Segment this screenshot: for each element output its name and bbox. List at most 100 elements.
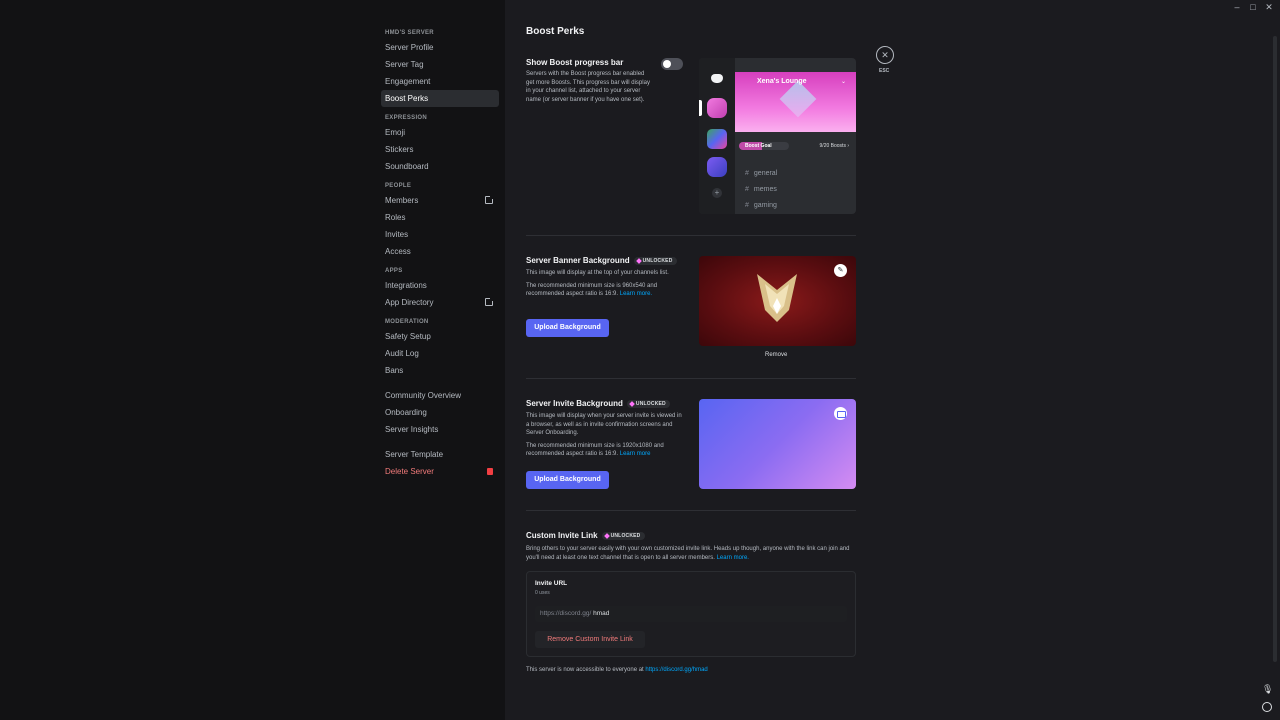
- sidebar-item-community-overview[interactable]: Community Overview: [381, 387, 499, 404]
- sidebar-item-label: Members: [385, 196, 419, 205]
- accessible-text: This server is now accessible to everyon…: [526, 667, 644, 673]
- sidebar-item-label: App Directory: [385, 298, 434, 307]
- invite-url-label: Invite URL: [535, 580, 568, 587]
- custom-invite-section: Custom Invite Link UNLOCKED Bring others …: [526, 531, 856, 562]
- upload-invite-bg-button[interactable]: Upload Background: [526, 471, 609, 489]
- sidebar-item-server-tag[interactable]: Server Tag: [381, 56, 499, 73]
- boost-goal-bar: Boost Goal 9/20 Boosts ›: [739, 142, 853, 150]
- scrollbar[interactable]: [1273, 36, 1277, 662]
- unlocked-badge: UNLOCKED: [601, 531, 645, 540]
- settings-nav: HMD'S SERVER Server Profile Server Tag E…: [381, 28, 499, 480]
- sidebar-item-safety-setup[interactable]: Safety Setup: [381, 328, 499, 345]
- sidebar-item-app-directory[interactable]: App Directory: [381, 294, 499, 311]
- server-icon: [707, 98, 727, 118]
- banner-desc: This image will display at the top of yo…: [526, 270, 669, 276]
- preview-server-name: Xena's Lounge: [757, 78, 807, 85]
- banner-title-text: Server Banner Background: [526, 256, 630, 265]
- sidebar-item-server-template[interactable]: Server Template: [381, 446, 499, 463]
- toggle-knob: [663, 60, 671, 68]
- invite-url-code: hmad: [593, 610, 610, 617]
- sidebar-item-stickers[interactable]: Stickers: [381, 141, 499, 158]
- remove-custom-invite-button[interactable]: Remove Custom Invite Link: [535, 631, 645, 648]
- cube-graphic: [779, 80, 817, 118]
- nav-separator: [381, 379, 499, 387]
- edit-pencil-icon[interactable]: ✎: [834, 264, 847, 277]
- learn-more-link[interactable]: Learn more: [620, 451, 651, 457]
- divider: [526, 510, 856, 511]
- sidebar-item-server-insights[interactable]: Server Insights: [381, 421, 499, 438]
- preview-channel: # gaming: [745, 202, 777, 209]
- channel-name: memes: [753, 186, 777, 193]
- nav-header-moderation: MODERATION: [385, 319, 429, 325]
- custom-invite-title: Custom Invite Link UNLOCKED: [526, 531, 856, 540]
- invite-bg-image[interactable]: [699, 399, 856, 489]
- sidebar-item-audit-log[interactable]: Audit Log: [381, 345, 499, 362]
- progress-bar-title: Show Boost progress bar: [526, 58, 624, 67]
- sidebar-item-bans[interactable]: Bans: [381, 362, 499, 379]
- invite-url-input[interactable]: https://discord.gg/ hmad: [535, 606, 847, 622]
- upload-banner-button[interactable]: Upload Background: [526, 319, 609, 337]
- learn-more-link[interactable]: Learn more.: [620, 291, 652, 297]
- sidebar-item-engagement[interactable]: Engagement: [381, 73, 499, 90]
- close-window-icon[interactable]: ✕: [1260, 2, 1278, 13]
- app-window: HMD'S SERVER Server Profile Server Tag E…: [0, 0, 1280, 720]
- invite-accessible-note: This server is now accessible to everyon…: [526, 667, 708, 673]
- progress-bar-toggle[interactable]: [661, 58, 683, 70]
- trash-icon: [487, 468, 493, 475]
- microphone-icon[interactable]: 🎙: [1262, 684, 1273, 695]
- external-link-icon: [485, 297, 494, 306]
- banner-title: Server Banner Background UNLOCKED: [526, 256, 681, 265]
- unlocked-badge: UNLOCKED: [633, 256, 677, 265]
- external-link-icon: [485, 195, 494, 204]
- preview-server-rail: +: [699, 58, 735, 214]
- invite-bg-rec: The recommended minimum size is 1920x108…: [526, 442, 686, 459]
- learn-more-link[interactable]: Learn more.: [717, 555, 749, 561]
- sidebar-item-boost-perks[interactable]: Boost Perks: [381, 90, 499, 107]
- badge-text: UNLOCKED: [642, 257, 673, 264]
- banner-image[interactable]: ✎: [699, 256, 856, 346]
- preview-channel: # memes: [745, 186, 777, 193]
- close-icon[interactable]: ✕: [876, 46, 894, 64]
- nav-header-expression: EXPRESSION: [385, 115, 428, 121]
- help-icon[interactable]: [1262, 702, 1272, 712]
- server-folder-icon: [707, 129, 727, 149]
- channel-name: gaming: [753, 202, 777, 209]
- invite-url-prefix: https://discord.gg/: [540, 610, 592, 617]
- nav-header-apps: APPS: [385, 268, 403, 274]
- page-title: Boost Perks: [526, 26, 585, 37]
- invite-bg-title-text: Server Invite Background: [526, 399, 623, 408]
- banner-rec: The recommended minimum size is 960x540 …: [526, 282, 681, 299]
- invite-uses: 0 uses: [535, 590, 550, 596]
- nav-header-server: HMD'S SERVER: [385, 30, 434, 36]
- boost-gem-icon: [635, 257, 642, 264]
- settings-sidebar: HMD'S SERVER Server Profile Server Tag E…: [0, 0, 505, 720]
- sidebar-item-onboarding[interactable]: Onboarding: [381, 404, 499, 421]
- sidebar-item-soundboard[interactable]: Soundboard: [381, 158, 499, 175]
- sidebar-item-access[interactable]: Access: [381, 243, 499, 260]
- channel-name: general: [753, 170, 778, 177]
- preview-channel: # general: [745, 170, 777, 177]
- invite-bg-title: Server Invite Background UNLOCKED: [526, 399, 686, 408]
- sidebar-item-members[interactable]: Members: [381, 192, 499, 209]
- settings-content: Boost Perks Show Boost progress bar Serv…: [505, 0, 1280, 720]
- discord-logo-icon: [711, 74, 723, 83]
- invite-bg-desc: This image will display when your server…: [526, 413, 682, 436]
- hash-icon: #: [745, 202, 749, 209]
- banner-section: Server Banner Background UNLOCKED This im…: [526, 256, 681, 299]
- add-image-icon[interactable]: [834, 407, 847, 420]
- nav-separator: [381, 438, 499, 446]
- boost-goal-count: 9/20 Boosts ›: [819, 143, 849, 149]
- sidebar-item-delete-server[interactable]: Delete Server: [381, 463, 499, 480]
- invite-url-box: Invite URL 0 uses https://discord.gg/ hm…: [526, 571, 856, 657]
- sidebar-item-invites[interactable]: Invites: [381, 226, 499, 243]
- progress-bar-desc: Servers with the Boost progress bar enab…: [526, 71, 650, 103]
- sidebar-item-server-profile[interactable]: Server Profile: [381, 39, 499, 56]
- sidebar-item-roles[interactable]: Roles: [381, 209, 499, 226]
- remove-banner-link[interactable]: Remove: [765, 352, 787, 358]
- invite-link[interactable]: https://discord.gg/hmad: [645, 667, 707, 673]
- divider: [526, 235, 856, 236]
- sidebar-item-integrations[interactable]: Integrations: [381, 277, 499, 294]
- badge-text: UNLOCKED: [635, 400, 666, 407]
- custom-invite-title-text: Custom Invite Link: [526, 531, 598, 540]
- sidebar-item-emoji[interactable]: Emoji: [381, 124, 499, 141]
